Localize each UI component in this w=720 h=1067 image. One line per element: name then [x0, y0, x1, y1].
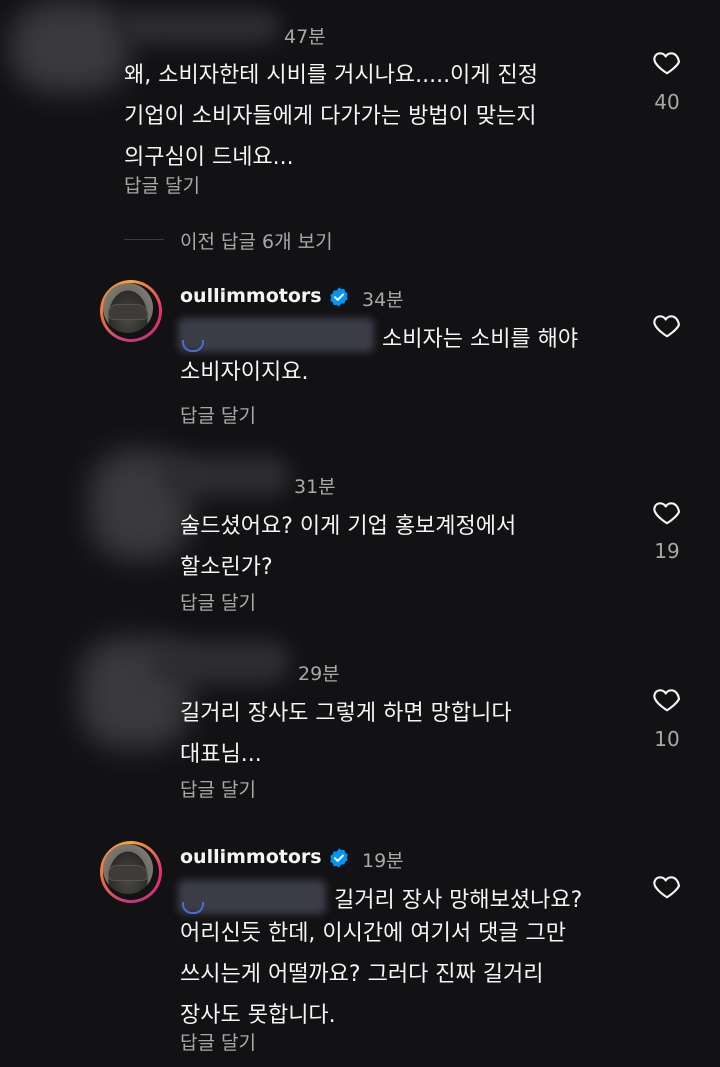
view-previous-replies-button[interactable]: 이전 답글 6개 보기 [180, 227, 333, 254]
mention-redacted[interactable] [178, 318, 374, 352]
verified-badge-icon [330, 848, 348, 868]
heart-outline-icon[interactable] [652, 47, 682, 77]
comment-time: 29분 [298, 663, 340, 685]
reply-button[interactable]: 답글 달기 [180, 1028, 256, 1055]
comment-time: 19분 [362, 850, 404, 872]
comment-time: 31분 [294, 476, 336, 498]
avatar[interactable] [100, 841, 162, 903]
like-count: 40 [654, 90, 680, 114]
like-count: 10 [654, 727, 680, 751]
comment-username[interactable]: oullimmotors [180, 846, 322, 868]
reply-button[interactable]: 답글 달기 [180, 775, 256, 802]
avatar-redacted [10, 2, 130, 92]
reply-button[interactable]: 답글 달기 [124, 171, 200, 198]
comment-text: 길거리 장사도 그렇게 하면 망합니다 대표님... [180, 701, 512, 767]
heart-outline-icon[interactable] [652, 684, 682, 714]
comment-text: 왜, 소비자한테 시비를 거시나요.....이게 진정 기업이 소비자들에게 다… [124, 63, 539, 170]
comment-text-continued: 어리신듯 한데, 이시간에 여기서 댓글 그만 쓰시는게 어떨까요? 그러다 진… [180, 921, 567, 1028]
comment-text-continued: 소비자이지요. [180, 360, 309, 385]
username-redacted [150, 640, 290, 684]
reply-button[interactable]: 답글 달기 [180, 401, 256, 428]
heart-outline-icon[interactable] [652, 497, 682, 527]
heart-outline-icon[interactable] [652, 310, 682, 340]
like-count: 19 [654, 539, 680, 563]
comment-username[interactable]: oullimmotors [180, 285, 322, 307]
avatar[interactable] [100, 280, 162, 342]
divider [124, 239, 164, 240]
reply-button[interactable]: 답글 달기 [180, 588, 256, 615]
username-redacted [160, 456, 290, 496]
comment-time: 34분 [362, 289, 404, 311]
username-redacted [120, 10, 280, 44]
comment-time: 47분 [284, 26, 326, 48]
comment-text: 술드셨어요? 이게 기업 홍보계정에서 할소린가? [180, 514, 517, 580]
verified-badge-icon [330, 287, 348, 307]
heart-outline-icon[interactable] [652, 871, 682, 901]
